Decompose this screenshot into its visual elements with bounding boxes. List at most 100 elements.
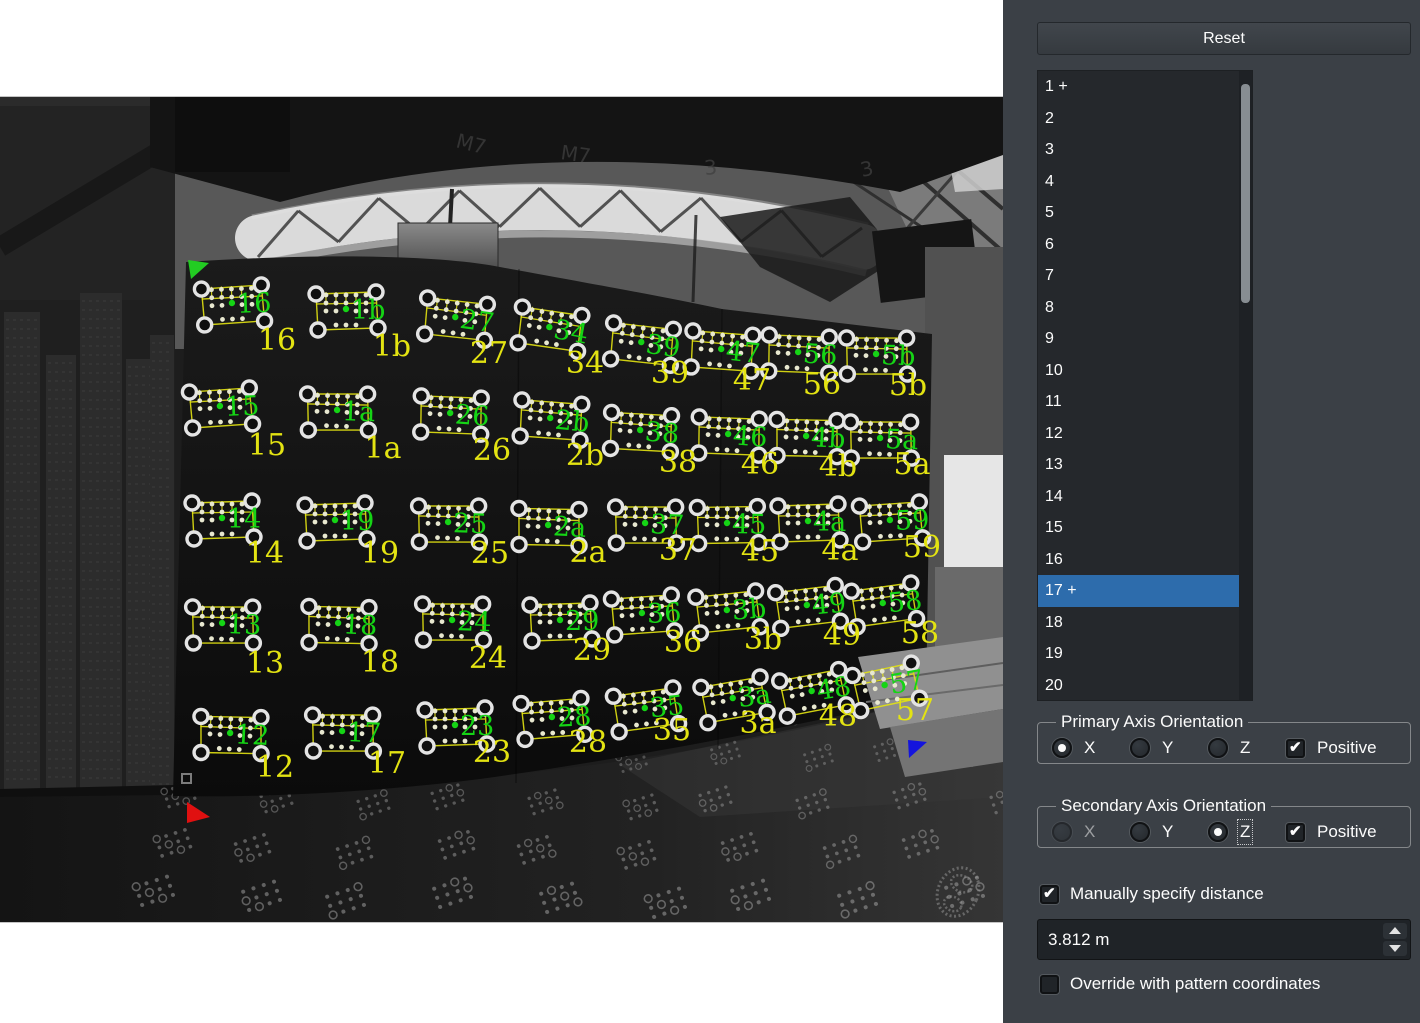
svg-text:26: 26 xyxy=(454,399,490,432)
pattern-label: 34 xyxy=(566,346,604,381)
pattern-label: 26 xyxy=(473,433,511,468)
pattern-label: 45 xyxy=(741,534,779,569)
secondary-positive-checkbox[interactable] xyxy=(1286,823,1305,842)
pattern-label: 2b xyxy=(566,438,604,473)
list-scrollbar-thumb[interactable] xyxy=(1241,84,1250,303)
pattern-label: 4a xyxy=(822,533,859,568)
spin-up-icon[interactable] xyxy=(1383,923,1407,939)
list-item[interactable]: 5 xyxy=(1038,197,1252,229)
override-checkbox[interactable] xyxy=(1040,975,1059,994)
svg-text:16: 16 xyxy=(236,288,271,320)
list-item[interactable]: 2 xyxy=(1038,103,1252,135)
list-item[interactable]: 10 xyxy=(1038,355,1252,387)
svg-text:14: 14 xyxy=(227,504,261,535)
list-item[interactable]: 15 xyxy=(1038,512,1252,544)
pattern-label: 59 xyxy=(903,530,941,565)
secondary-z-label: Z xyxy=(1240,822,1250,842)
secondary-axis-x: X xyxy=(1052,822,1130,842)
primary-positive[interactable]: Positive xyxy=(1286,738,1377,758)
distance-value[interactable]: 3.812 m xyxy=(1048,920,1109,959)
radio-z-icon[interactable] xyxy=(1208,738,1228,758)
pattern-label: 39 xyxy=(651,356,689,391)
svg-text:1a: 1a xyxy=(341,396,375,428)
secondary-positive-label: Positive xyxy=(1317,822,1377,842)
pattern-label: 28 xyxy=(569,725,607,760)
primary-axis-title: Primary Axis Orientation xyxy=(1056,712,1248,732)
radio-y-icon[interactable] xyxy=(1130,738,1150,758)
secondary-x-label: X xyxy=(1084,822,1095,842)
secondary-axis-z[interactable]: Z xyxy=(1208,822,1286,842)
pattern-label: 15 xyxy=(248,428,286,463)
list-item[interactable]: 6 xyxy=(1038,229,1252,261)
list-item[interactable]: 1 + xyxy=(1038,71,1252,103)
pattern-list[interactable]: 1 +234567891011121314151617 +181920 xyxy=(1037,70,1253,701)
city-buildings xyxy=(4,293,174,790)
distance-spinbox[interactable]: 3.812 m xyxy=(1037,919,1411,960)
pattern-label: 17 xyxy=(368,746,406,781)
pattern-label: 13 xyxy=(246,646,284,681)
pattern-label: 19 xyxy=(361,536,399,571)
camera-image-view[interactable]: M7M733 161b27343947565b151a262b38464b5a1… xyxy=(0,97,1003,922)
pattern-label: 5b xyxy=(889,368,927,403)
pattern-label: 57 xyxy=(896,693,934,728)
list-item[interactable]: 7 xyxy=(1038,260,1252,292)
list-item[interactable]: 18 xyxy=(1038,607,1252,639)
radio-z-icon[interactable] xyxy=(1208,822,1228,842)
pattern-label: 38 xyxy=(659,445,697,480)
override-label: Override with pattern coordinates xyxy=(1070,974,1320,994)
list-item[interactable]: 12 xyxy=(1038,418,1252,450)
list-scrollbar[interactable] xyxy=(1239,71,1252,700)
svg-text:49: 49 xyxy=(811,588,848,622)
override-row[interactable]: Override with pattern coordinates xyxy=(1040,974,1320,994)
list-item[interactable]: 3 xyxy=(1038,134,1252,166)
svg-text:3: 3 xyxy=(703,155,718,180)
reset-button[interactable]: Reset xyxy=(1037,22,1411,55)
pattern-label: 49 xyxy=(823,618,861,653)
pattern-label: 4b xyxy=(819,449,857,484)
radio-x-icon[interactable] xyxy=(1052,738,1072,758)
pattern-label: 18 xyxy=(361,645,399,680)
spin-down-icon[interactable] xyxy=(1383,941,1407,957)
svg-text:M7: M7 xyxy=(559,140,592,168)
pattern-list-items: 1 +234567891011121314151617 +181920 xyxy=(1038,71,1252,701)
secondary-y-label: Y xyxy=(1162,822,1173,842)
pattern-label: 14 xyxy=(246,536,284,571)
secondary-axis-y[interactable]: Y xyxy=(1130,822,1208,842)
svg-text:24: 24 xyxy=(456,606,491,638)
list-item[interactable]: 17 + xyxy=(1038,575,1252,607)
svg-text:13: 13 xyxy=(226,609,261,641)
list-item[interactable]: 11 xyxy=(1038,386,1252,418)
list-item[interactable]: 9 xyxy=(1038,323,1252,355)
secondary-positive[interactable]: Positive xyxy=(1286,822,1377,842)
pattern-label: 23 xyxy=(473,735,511,770)
pattern-label: 5a xyxy=(894,447,931,482)
list-item[interactable]: 19 xyxy=(1038,638,1252,670)
pattern-label: 3a xyxy=(740,706,777,741)
primary-axis-z[interactable]: Z xyxy=(1208,738,1286,758)
primary-axis-group: Primary Axis Orientation X Y Z Positive xyxy=(1037,712,1411,764)
radio-y-icon[interactable] xyxy=(1130,822,1150,842)
manual-distance-row[interactable]: Manually specify distance xyxy=(1040,884,1264,904)
svg-text:19: 19 xyxy=(340,506,374,537)
svg-text:27: 27 xyxy=(458,304,496,339)
primary-positive-checkbox[interactable] xyxy=(1286,739,1305,758)
list-item[interactable]: 13 xyxy=(1038,449,1252,481)
svg-text:2b: 2b xyxy=(553,405,591,439)
pattern-label: 24 xyxy=(469,641,507,676)
control-panel: Reset 1 +234567891011121314151617 +18192… xyxy=(1003,0,1420,1023)
list-item[interactable]: 16 xyxy=(1038,544,1252,576)
pattern-label: 1a xyxy=(365,431,402,466)
svg-text:12: 12 xyxy=(234,719,270,752)
svg-text:58: 58 xyxy=(886,585,923,619)
bright-door xyxy=(944,455,1003,567)
pattern-label: 56 xyxy=(803,367,841,402)
svg-text:17: 17 xyxy=(346,717,381,749)
list-item[interactable]: 20 xyxy=(1038,670,1252,702)
secondary-axis-group: Secondary Axis Orientation X Y Z Positiv… xyxy=(1037,796,1411,848)
manual-distance-checkbox[interactable] xyxy=(1040,885,1059,904)
primary-axis-y[interactable]: Y xyxy=(1130,738,1208,758)
list-item[interactable]: 8 xyxy=(1038,292,1252,324)
primary-axis-x[interactable]: X xyxy=(1052,738,1130,758)
list-item[interactable]: 14 xyxy=(1038,481,1252,513)
list-item[interactable]: 4 xyxy=(1038,166,1252,198)
